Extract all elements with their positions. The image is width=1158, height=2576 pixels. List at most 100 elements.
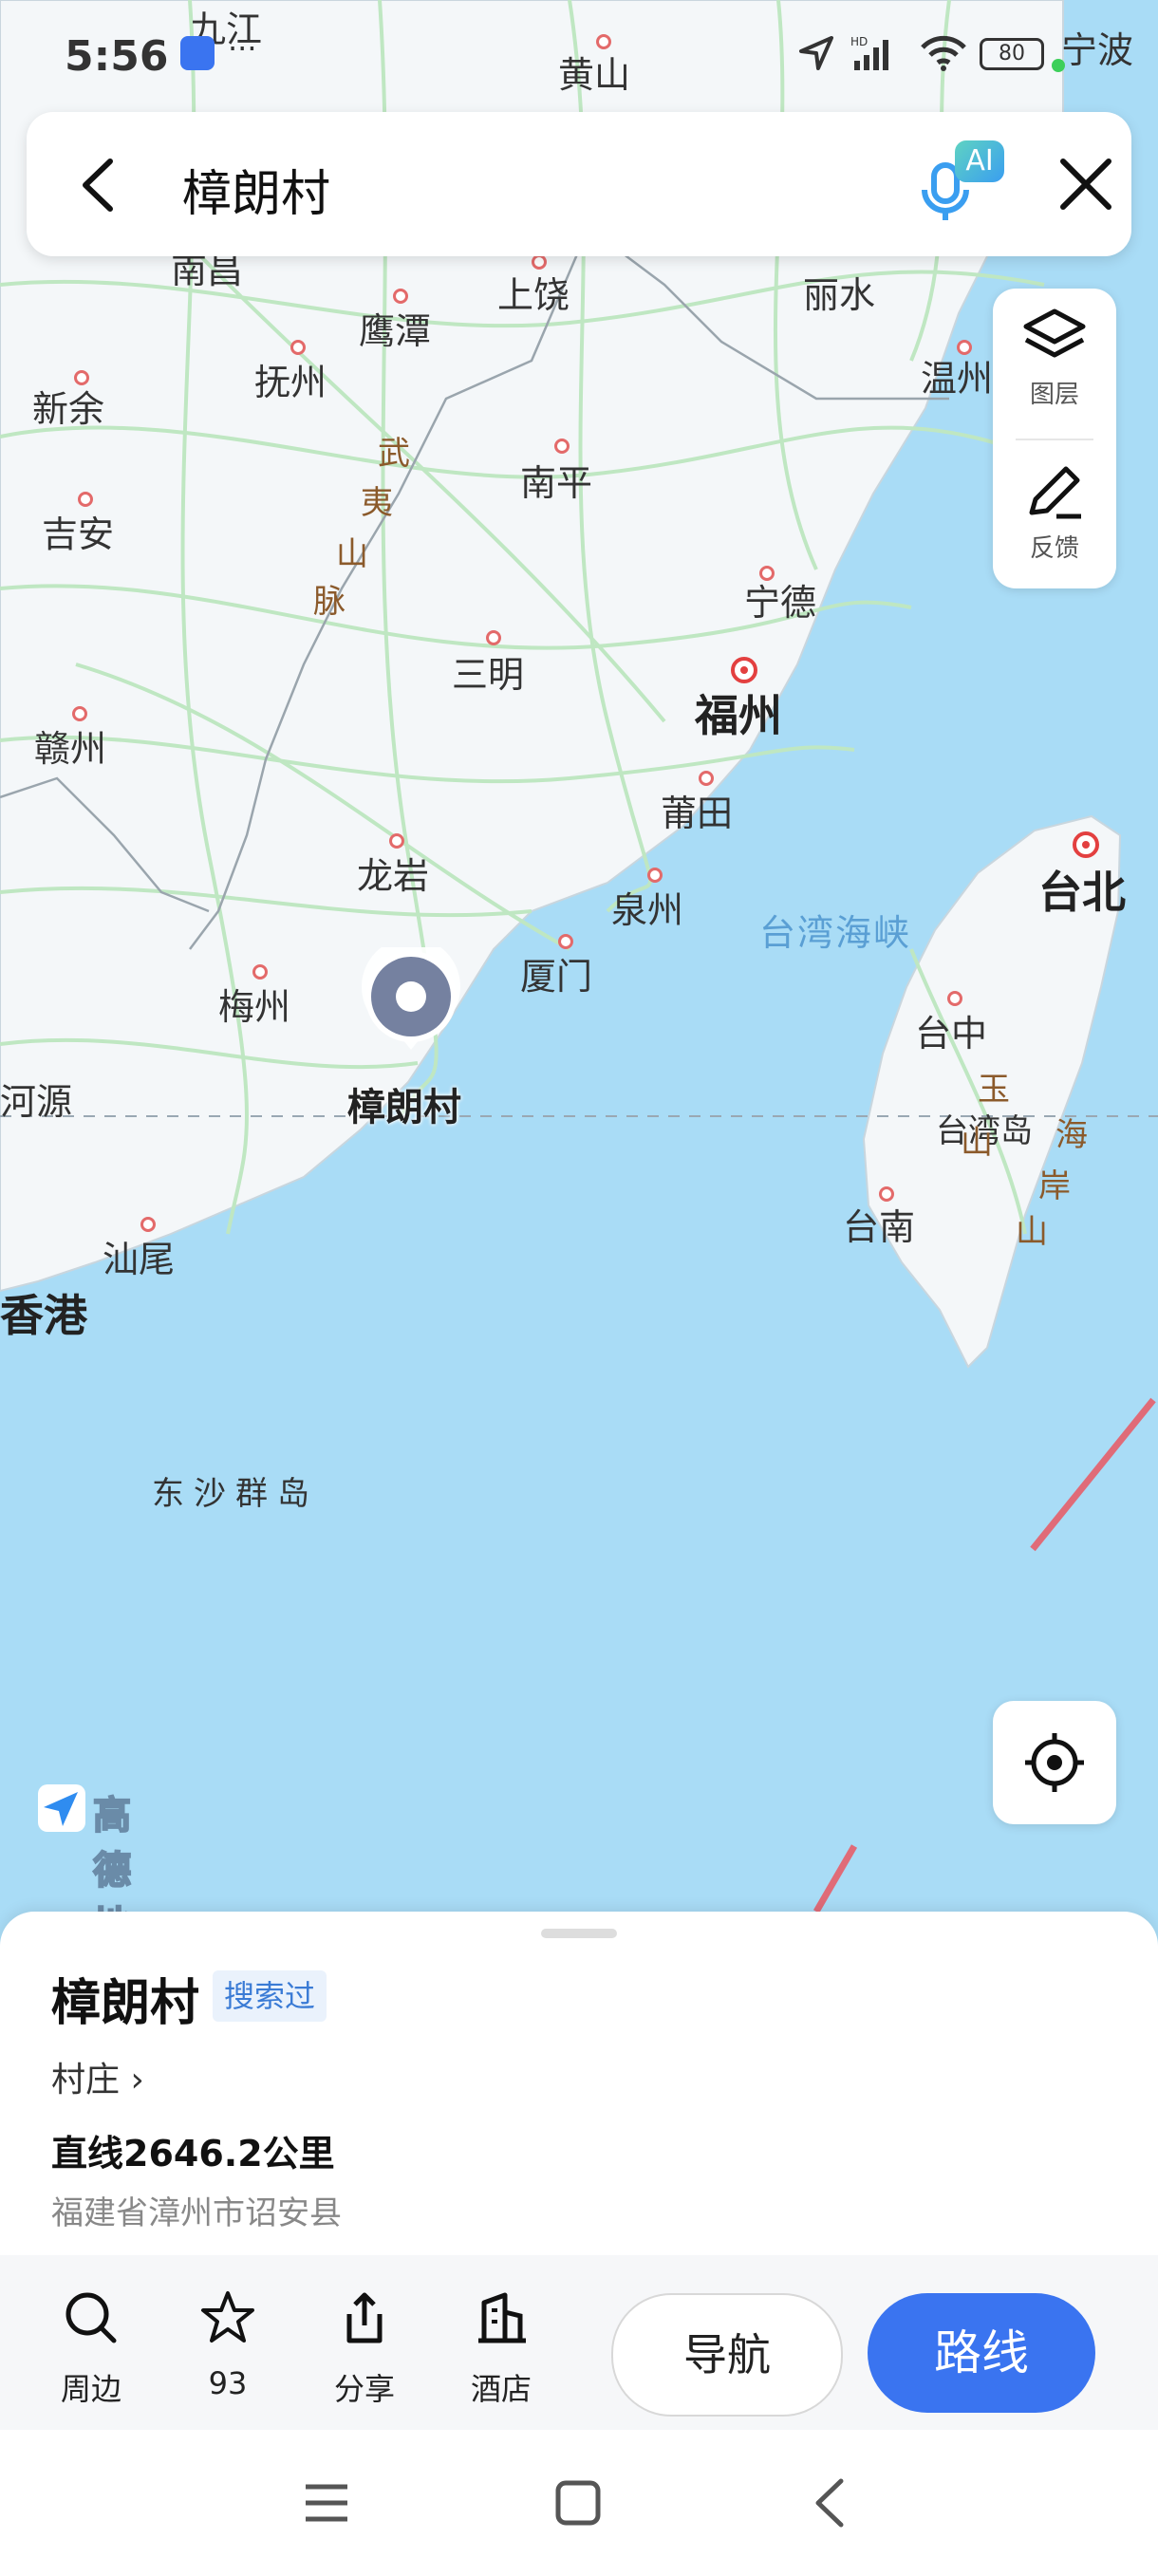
signal-icon: HD	[850, 35, 888, 70]
city-dot	[74, 370, 89, 385]
wifi-icon	[921, 35, 966, 71]
mountain-label: 玉	[978, 1071, 1010, 1109]
city-dot	[78, 492, 93, 507]
city-dot	[252, 964, 268, 980]
city-label: 温州	[921, 358, 994, 400]
system-nav-bar	[0, 2430, 1158, 2574]
route-button[interactable]: 路线	[868, 2293, 1095, 2413]
layers-icon	[1023, 308, 1086, 358]
search-bar[interactable]: 樟朗村 AI	[27, 112, 1131, 256]
city-dot	[957, 340, 972, 355]
city-label: 南平	[520, 462, 593, 504]
city-label: 上饶	[497, 274, 570, 316]
my-location-button[interactable]	[993, 1701, 1116, 1824]
city-label: 宁德	[744, 582, 817, 624]
hotel-label: 酒店	[470, 2371, 532, 2407]
feedback-button[interactable]: 反馈	[993, 442, 1116, 585]
sea-label: 台湾海峡	[759, 912, 912, 954]
address-text: 福建省漳州市诏安县	[51, 2194, 342, 2232]
city-dot	[72, 706, 87, 721]
distance-text: 直线2646.2公里	[51, 2133, 335, 2175]
map-tools-panel: 图层 反馈	[993, 289, 1116, 588]
drag-handle[interactable]	[541, 1929, 617, 1938]
battery-icon: 80	[980, 38, 1044, 70]
city-label: 新余	[32, 388, 105, 430]
city-label: 赣州	[34, 728, 107, 770]
city-label: 丽水	[803, 274, 876, 316]
city-label: 吉安	[42, 513, 115, 555]
favorite-button[interactable]: 93	[171, 2289, 285, 2413]
capital-marker	[1073, 831, 1099, 858]
city-label: 莆田	[661, 793, 734, 834]
city-label: 泉州	[611, 889, 684, 931]
edit-pen-icon	[1029, 466, 1081, 519]
layers-label: 图层	[1029, 381, 1079, 409]
location-arrow-icon	[799, 36, 833, 70]
amap-logo-icon	[38, 1784, 85, 1832]
share-label: 分享	[333, 2371, 395, 2407]
mountain-label: 脉	[313, 583, 346, 621]
searched-tag: 搜索过	[213, 1970, 327, 2022]
city-dot	[647, 868, 663, 883]
place-category-link[interactable]: 村庄 ›	[51, 2052, 144, 2101]
mountain-label: 夷	[361, 484, 393, 522]
search-query[interactable]: 樟朗村	[182, 154, 330, 225]
navigate-button[interactable]: 导航	[611, 2293, 843, 2417]
charging-dot	[1052, 59, 1065, 72]
status-time: 5:56	[65, 32, 169, 81]
place-title: 樟朗村	[51, 1975, 200, 2032]
island-label: 东沙群岛	[152, 1475, 319, 1513]
back-arrow-icon[interactable]	[65, 152, 131, 218]
action-bar: 周边 93 分享 酒店 导航 路线	[0, 2255, 1158, 2436]
city-label: 抚州	[254, 362, 327, 403]
city-dot	[393, 289, 408, 304]
feedback-label: 反馈	[1029, 534, 1079, 563]
crosshair-icon	[1025, 1733, 1084, 1792]
city-dot	[699, 771, 714, 786]
svg-text:HD: HD	[850, 35, 868, 48]
city-dot	[486, 630, 501, 645]
star-icon	[201, 2291, 254, 2343]
hotel-building-icon	[478, 2292, 526, 2343]
city-dot	[759, 566, 775, 581]
city-label: 鹰潭	[359, 310, 432, 352]
city-dot	[554, 439, 570, 454]
city-label: 龙岩	[357, 855, 430, 897]
hotel-button[interactable]: 酒店	[444, 2289, 558, 2413]
city-dot	[532, 254, 547, 270]
ai-badge: AI	[955, 140, 1004, 182]
status-more: ···	[228, 30, 257, 66]
nearby-button[interactable]: 周边	[34, 2289, 148, 2413]
city-label: 梅州	[218, 986, 291, 1028]
share-button[interactable]: 分享	[308, 2289, 421, 2413]
city-label: 河源	[0, 1081, 73, 1123]
city-label-major: 香港	[0, 1290, 87, 1341]
back-icon[interactable]	[811, 2477, 849, 2529]
city-label: 汕尾	[103, 1239, 176, 1280]
status-bar: 5:56 ··· HD 80	[57, 28, 1101, 81]
city-dot	[140, 1217, 156, 1232]
capital-marker	[731, 657, 757, 683]
pin-label: 樟朗村	[347, 1086, 461, 1129]
divider	[1016, 439, 1093, 440]
location-pin-icon[interactable]	[359, 947, 463, 1061]
mountain-label: 山	[961, 1124, 993, 1162]
city-label: 厦门	[520, 956, 593, 998]
ai-voice-button[interactable]: AI	[913, 140, 1018, 235]
nearby-label: 周边	[60, 2371, 121, 2407]
city-dot	[947, 991, 962, 1006]
home-icon[interactable]	[554, 2479, 602, 2527]
city-label: 三明	[452, 654, 525, 696]
mountain-label: 山	[336, 535, 368, 573]
city-dot	[389, 833, 404, 849]
close-icon[interactable]	[1052, 150, 1120, 218]
city-dot	[879, 1186, 894, 1202]
mountain-label: 岸	[1038, 1167, 1071, 1205]
mountain-label: 海	[1055, 1116, 1088, 1154]
menu-icon[interactable]	[302, 2481, 351, 2525]
layers-button[interactable]: 图层	[993, 289, 1116, 431]
city-dot	[558, 934, 573, 949]
share-icon	[346, 2292, 383, 2343]
favorite-count: 93	[208, 2365, 248, 2401]
mountain-label: 山	[1016, 1213, 1048, 1251]
